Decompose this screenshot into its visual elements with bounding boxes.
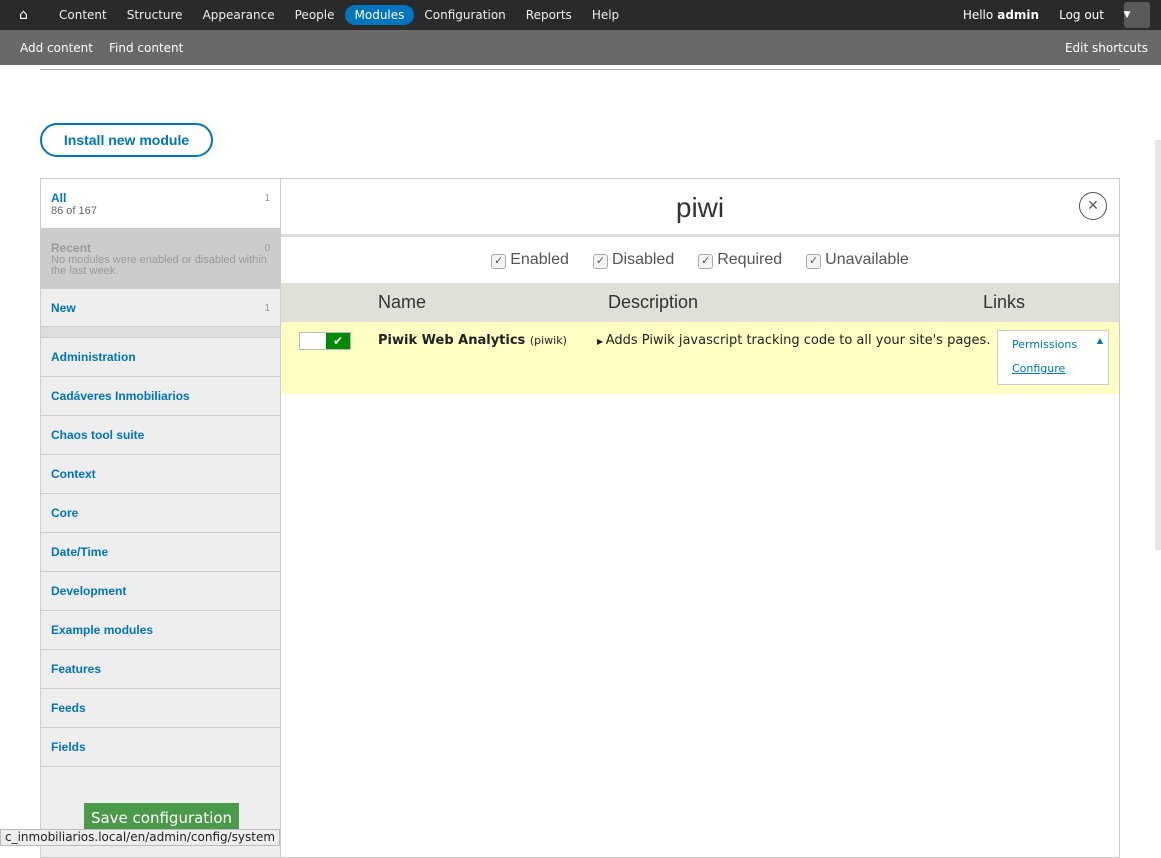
sidebar-item-count: 0 [264, 243, 270, 254]
sidebar-item-category[interactable]: Administration [41, 338, 280, 377]
checkbox-checked-icon[interactable]: ✓ [491, 254, 507, 269]
checkbox-checked-icon[interactable]: ✓ [592, 254, 608, 269]
sidebar-item-label: Recent [51, 240, 92, 255]
sidebar-item-category[interactable]: Context [41, 455, 280, 494]
nav-modules[interactable]: Modules [344, 5, 415, 25]
sidebar-item-count: 1 [264, 193, 270, 204]
caret-up-icon[interactable]: ▲ [1097, 336, 1103, 345]
nav-people[interactable]: People [285, 5, 345, 25]
header-name: Name [378, 292, 427, 312]
sidebar-item-category[interactable]: Development [41, 572, 280, 611]
sidebar-item-new[interactable]: New 1 [41, 289, 280, 327]
module-name: Piwik Web Analytics (piwik) [378, 333, 567, 348]
nav-configuration[interactable]: Configuration [414, 5, 515, 25]
module-links-dropbutton: Permissions Configure ▲ [997, 330, 1109, 385]
filter-label: Required [717, 251, 783, 268]
search-value[interactable]: piwi [676, 192, 724, 223]
install-new-module-button[interactable]: Install new module [40, 123, 213, 157]
header-description: Description [608, 292, 699, 312]
module-enable-toggle[interactable]: ✔ [299, 332, 351, 350]
sidebar-separator [41, 327, 280, 338]
status-filters: ✓ Enabled ✓ Disabled ✓ Required ✓ Unavailabl… [281, 237, 1119, 283]
category-sidebar: All 86 of 167 1 Recent No modules were e… [41, 179, 281, 857]
search-input[interactable]: piwi × [281, 179, 1119, 237]
filter-label: Enabled [510, 251, 569, 268]
filter-disabled[interactable]: ✓ Disabled [592, 251, 675, 269]
table-row: ✔ Piwik Web Analytics (piwik) ▶ Adds Piw… [281, 322, 1119, 394]
sidebar-item-label: All [51, 190, 67, 205]
shortcut-add-content[interactable]: Add content [20, 41, 93, 55]
status-bar-url: c_inmobiliarios.local/en/admin/config/sy… [0, 829, 281, 846]
sidebar-item-category[interactable]: Example modules [41, 611, 280, 650]
shortcuts-toggle-button[interactable]: ▼ [1124, 2, 1150, 28]
check-icon: ✔ [326, 333, 350, 349]
sidebar-item-sub: No modules were enabled or disabled with… [51, 253, 267, 277]
sidebar-item-category[interactable]: Core [41, 494, 280, 533]
nav-appearance[interactable]: Appearance [193, 5, 285, 25]
shortcut-find-content[interactable]: Find content [109, 41, 183, 55]
sidebar-item-count: 1 [264, 303, 270, 314]
permissions-link[interactable]: Permissions [998, 331, 1108, 355]
sidebar-item-sub: 86 of 167 [51, 204, 97, 217]
sidebar-item-recent[interactable]: Recent No modules were enabled or disabl… [41, 229, 280, 289]
checkbox-checked-icon[interactable]: ✓ [698, 254, 714, 269]
sidebar-item-label: New [51, 300, 76, 315]
hello-text: Hello [962, 8, 994, 22]
admin-toolbar: ⌂ Content Structure Appearance People Mo… [0, 0, 1161, 30]
module-description[interactable]: ▶ Adds Piwik javascript tracking code to… [597, 333, 990, 348]
expand-triangle-icon: ▶ [597, 337, 606, 346]
filter-unavailable[interactable]: ✓ Unavailable [806, 251, 909, 269]
sidebar-item-category[interactable]: Chaos tool suite [41, 416, 280, 455]
sidebar-item-category[interactable]: Fields [41, 728, 280, 767]
sidebar-item-category[interactable]: Feeds [41, 689, 280, 728]
filter-label: Unavailable [825, 251, 909, 268]
shortcuts-bar: Add content Find content Edit shortcuts [0, 30, 1161, 65]
nav-structure[interactable]: Structure [117, 5, 193, 25]
username[interactable]: admin [997, 8, 1039, 22]
description-text: Adds Piwik javascript tracking code to a… [605, 333, 991, 348]
caret-down-icon: ▼ [1123, 10, 1131, 20]
filter-label: Disabled [611, 251, 675, 268]
header-links: Links [983, 292, 1026, 312]
clear-search-icon[interactable]: × [1079, 192, 1107, 220]
module-title: Piwik Web Analytics [378, 333, 526, 348]
filter-required[interactable]: ✓ Required [698, 251, 782, 269]
configure-link[interactable]: Configure [998, 355, 1108, 379]
edit-shortcuts-link[interactable]: Edit shortcuts [1065, 41, 1148, 55]
module-list: piwi × ✓ Enabled ✓ Disabled ✓ Required ✓ Unav… [281, 179, 1119, 857]
logout-link[interactable]: Log out [1059, 8, 1104, 22]
home-icon[interactable]: ⌂ [19, 7, 35, 23]
nav-reports[interactable]: Reports [516, 5, 582, 25]
scrollbar[interactable] [1155, 140, 1161, 550]
nav-help[interactable]: Help [582, 5, 629, 25]
sidebar-item-category[interactable]: Features [41, 650, 280, 689]
user-greeting: Hello admin [963, 8, 1039, 22]
sidebar-item-all[interactable]: All 86 of 167 1 [41, 179, 280, 229]
filter-enabled[interactable]: ✓ Enabled [491, 251, 569, 269]
checkbox-checked-icon[interactable]: ✓ [806, 254, 822, 269]
module-machine-name: (piwik) [529, 334, 567, 347]
sidebar-item-category[interactable]: Date/Time [41, 533, 280, 572]
divider [40, 69, 1120, 70]
sidebar-item-category[interactable]: Cadáveres Inmobiliarios [41, 377, 280, 416]
module-filter-panel: All 86 of 167 1 Recent No modules were e… [40, 178, 1120, 858]
nav-content[interactable]: Content [49, 5, 117, 25]
table-header: Name Description Links [281, 283, 1119, 322]
